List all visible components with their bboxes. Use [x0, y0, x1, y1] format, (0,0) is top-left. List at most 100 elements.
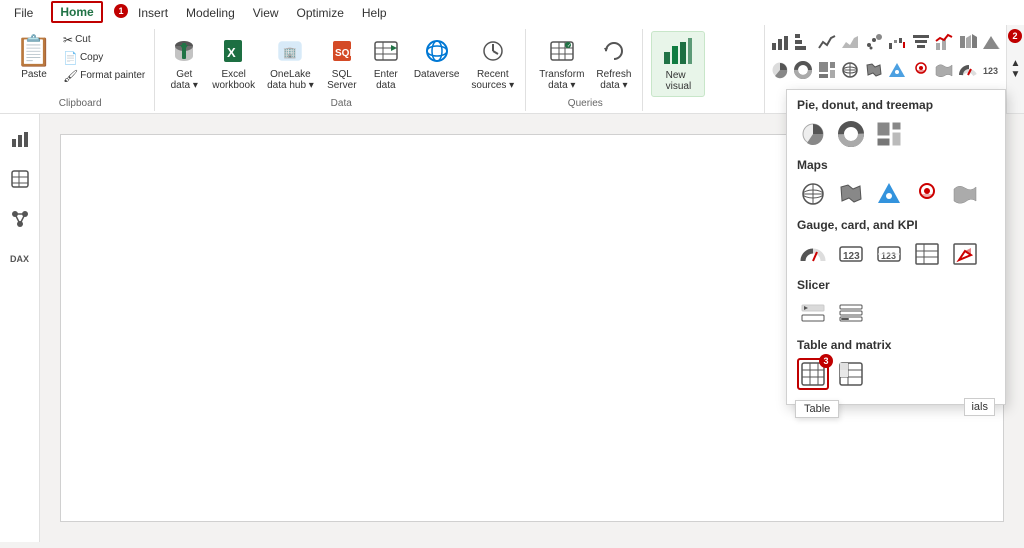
viz-col-icon[interactable] [793, 29, 815, 55]
refresh-button[interactable]: Refreshdata ▾ [591, 31, 636, 93]
format-painter-button[interactable]: 🖌 Format painter [60, 68, 148, 84]
viz-funnel-icon[interactable] [910, 29, 932, 55]
viz-panel-filledmap[interactable] [835, 178, 867, 210]
viz-panel-pie[interactable] [797, 118, 829, 150]
transform-button[interactable]: ✓ Transformdata ▾ [534, 31, 589, 93]
menu-item-file[interactable]: File [6, 3, 41, 23]
get-data-button[interactable]: Getdata ▾ [163, 31, 205, 93]
viz-mountain-icon[interactable] [981, 29, 1003, 55]
viz-panel-arcgis[interactable] [911, 178, 943, 210]
copy-button[interactable]: 📄 Copy [60, 50, 148, 66]
sidebar-table-view[interactable] [3, 162, 37, 196]
viz-panel-globe[interactable] [797, 178, 829, 210]
viz-shapemap-icon[interactable] [934, 57, 956, 83]
viz-panel-kpi[interactable] [949, 238, 981, 270]
section-row-gauge: 123 123 [797, 238, 995, 270]
viz-combo-icon[interactable] [934, 29, 956, 55]
get-data-icon [168, 35, 200, 67]
section-title-maps: Maps [797, 158, 995, 172]
cut-button[interactable]: ✂ Cut [60, 32, 148, 48]
queries-group: ✓ Transformdata ▾ Refreshdata ▾ Queries [528, 29, 643, 111]
viz-panel-slicer2[interactable] [835, 298, 867, 330]
viz-area-icon[interactable] [840, 29, 862, 55]
cut-icon: ✂ [63, 33, 73, 47]
viz-treemap-icon[interactable] [816, 57, 838, 83]
visuals-group: Newvisual [645, 29, 715, 111]
dataverse-icon [421, 35, 453, 67]
viz-scroll-button[interactable]: ▲ ▼ 2 [1006, 25, 1024, 113]
onelake-label: OneLakedata hub ▾ [267, 69, 314, 91]
paste-label: Paste [21, 69, 47, 80]
onelake-button[interactable]: 🏢 OneLakedata hub ▾ [262, 31, 319, 93]
recent-sources-button[interactable]: Recentsources ▾ [466, 31, 519, 93]
viz-filledmap-icon[interactable] [863, 57, 885, 83]
section-title-table: Table and matrix [797, 338, 995, 352]
sidebar-report-view[interactable] [3, 122, 37, 156]
viz-scatter-icon[interactable] [863, 29, 885, 55]
sidebar-left: DAX [0, 114, 40, 542]
menu-item-modeling[interactable]: Modeling [178, 3, 243, 23]
clipboard-group: 📋 Paste ✂ Cut 📄 Copy 🖌 Format painter [6, 29, 155, 111]
matrix-tooltip-stub: ials [964, 398, 995, 416]
section-row-slicer [797, 298, 995, 330]
viz-row-2: 123 [769, 57, 1002, 83]
excel-workbook-button[interactable]: X Excelworkbook [207, 31, 260, 93]
data-buttons-row: Getdata ▾ X Excelworkbook 🏢 OneLakedata … [163, 31, 519, 93]
enter-data-icon [370, 35, 402, 67]
table-badge: 3 [819, 354, 833, 368]
svg-text:🏢: 🏢 [283, 47, 297, 59]
section-row-maps [797, 178, 995, 210]
recent-sources-icon [477, 35, 509, 67]
viz-panel-card[interactable]: 123 [835, 238, 867, 270]
menu-item-view[interactable]: View [245, 3, 287, 23]
sidebar-model-view[interactable] [3, 202, 37, 236]
paste-button[interactable]: 📋 Paste [12, 31, 56, 84]
queries-buttons: ✓ Transformdata ▾ Refreshdata ▾ [534, 31, 636, 93]
viz-panel-donut[interactable] [835, 118, 867, 150]
section-title-slicer: Slicer [797, 278, 995, 292]
viz-arcgis-icon[interactable] [910, 57, 932, 83]
dataverse-button[interactable]: Dataverse [409, 31, 465, 82]
refresh-icon [598, 35, 630, 67]
viz-panel-azuremap[interactable] [873, 178, 905, 210]
cut-label: Cut [75, 34, 91, 45]
get-data-label: Getdata ▾ [171, 69, 198, 91]
viz-pie-icon[interactable] [769, 57, 791, 83]
viz-panel-matrix[interactable] [835, 358, 867, 390]
menu-item-help[interactable]: Help [354, 3, 395, 23]
sql-label: SQLServer [327, 69, 356, 91]
menu-item-optimize[interactable]: Optimize [289, 3, 352, 23]
viz-azuremap-icon[interactable] [887, 57, 909, 83]
menu-item-home[interactable]: Home 1 [43, 2, 128, 23]
viz-kpi-icon[interactable]: 123 [981, 57, 1003, 83]
menu-item-insert[interactable]: Insert [130, 3, 176, 23]
viz-panel-badge: 2 [1008, 29, 1022, 43]
sql-server-button[interactable]: SQL SQLServer [321, 31, 363, 93]
section-row-pie [797, 118, 995, 150]
data-group-label: Data [331, 98, 352, 111]
home-badge: 1 [114, 4, 128, 18]
viz-panel-slicer1[interactable] [797, 298, 829, 330]
viz-bar-icon[interactable] [769, 29, 791, 55]
viz-panel-gauge[interactable] [797, 238, 829, 270]
viz-ribbon-icon[interactable] [957, 29, 979, 55]
viz-donut-icon[interactable] [793, 57, 815, 83]
clipboard-label: Clipboard [59, 98, 102, 111]
viz-panel-table[interactable]: 3 Table [797, 358, 829, 390]
transform-icon: ✓ [546, 35, 578, 67]
viz-panel-treemap[interactable] [873, 118, 905, 150]
enter-data-button[interactable]: Enterdata [365, 31, 407, 93]
new-visual-button[interactable]: Newvisual [651, 31, 705, 97]
svg-text:123: 123 [881, 251, 896, 261]
viz-panel-table-kpi[interactable] [911, 238, 943, 270]
sidebar-dax-view[interactable]: DAX [3, 242, 37, 276]
dataverse-label: Dataverse [414, 69, 460, 80]
viz-line-icon[interactable] [816, 29, 838, 55]
viz-panel-multicard[interactable]: 123 [873, 238, 905, 270]
transform-label: Transformdata ▾ [539, 69, 584, 91]
viz-panel-shapemap[interactable] [949, 178, 981, 210]
onelake-icon: 🏢 [274, 35, 306, 67]
viz-gauge-icon[interactable] [957, 57, 979, 83]
viz-waterfall-icon[interactable] [887, 29, 909, 55]
viz-globe-icon[interactable] [840, 57, 862, 83]
